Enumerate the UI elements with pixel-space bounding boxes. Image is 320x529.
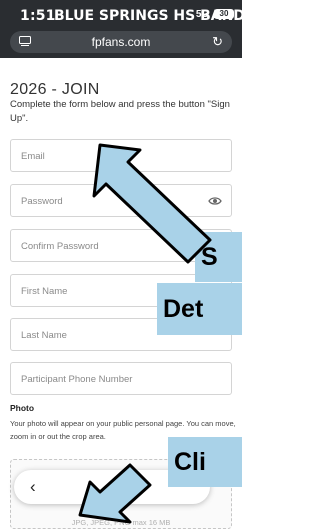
annotation-callout-1: S <box>195 232 242 282</box>
eye-icon[interactable] <box>208 196 222 206</box>
dropzone-hint: JPG, JPEG, PNG max 16 MB <box>71 518 171 527</box>
url-text[interactable]: fpfans.com <box>10 35 232 49</box>
status-icons: 5G 30 <box>194 9 234 20</box>
first-name-placeholder: First Name <box>21 286 68 297</box>
reload-icon[interactable]: ↻ <box>212 34 223 50</box>
annotation-callout-3: Cli <box>168 437 242 487</box>
password-field[interactable]: Password <box>10 184 232 217</box>
last-name-placeholder: Last Name <box>21 330 67 341</box>
email-placeholder: Email <box>21 151 45 162</box>
battery-icon: 30 <box>214 9 234 20</box>
phone-field[interactable]: Participant Phone Number <box>10 362 232 395</box>
back-icon[interactable]: ‹ <box>30 477 36 497</box>
password-placeholder: Password <box>21 196 63 207</box>
confirm-password-placeholder: Confirm Password <box>21 241 99 252</box>
form-instructions: Complete the form below and press the bu… <box>10 99 230 124</box>
photo-label: Photo <box>10 403 35 413</box>
page-title: 2026 - JOIN <box>10 81 100 98</box>
annotation-callout-2: Det <box>157 283 242 335</box>
email-field[interactable]: Email <box>10 139 232 172</box>
address-bar[interactable]: fpfans.com ↻ <box>10 31 232 53</box>
browser-header: 1:51 BLUE SPRINGS HS BAND 5G 30 fpfans.c… <box>0 0 245 58</box>
status-time: 1:51 <box>20 8 56 24</box>
network-label: 5G <box>195 9 210 20</box>
phone-placeholder: Participant Phone Number <box>21 374 133 385</box>
